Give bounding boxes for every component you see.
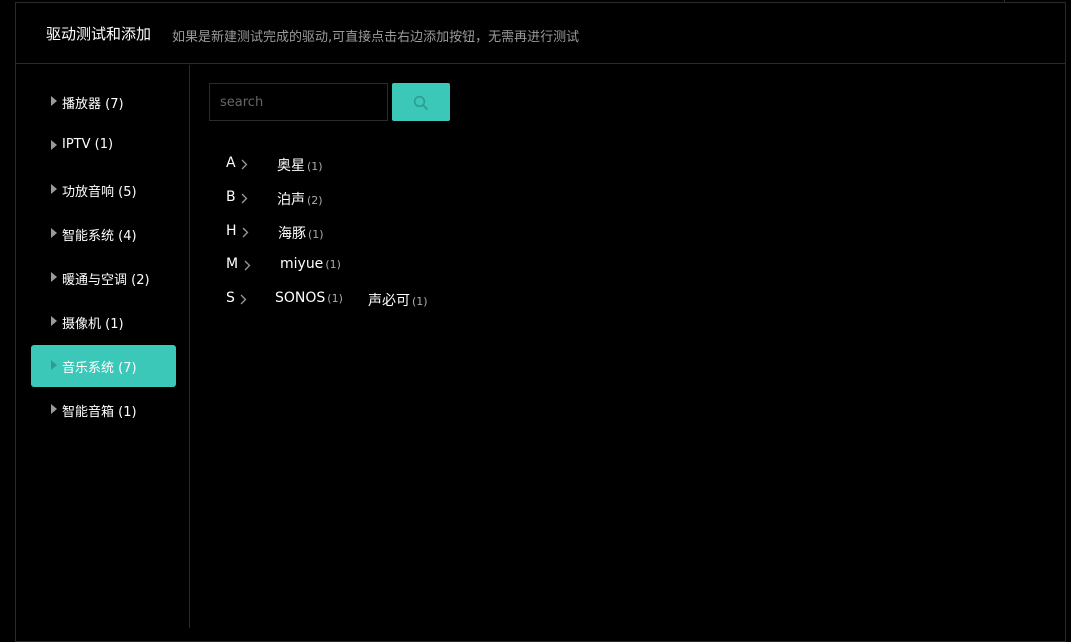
brand-count: (1) xyxy=(308,228,324,241)
sidebar-item-count: (1) xyxy=(118,405,137,420)
brand-count: (1) xyxy=(307,160,323,173)
sidebar-item-smart-system[interactable]: 智能系统 (4) xyxy=(31,213,176,255)
search-input[interactable] xyxy=(209,83,388,121)
caret-right-icon xyxy=(51,360,57,370)
chevron-right-icon xyxy=(240,294,247,305)
search-button[interactable] xyxy=(392,83,450,121)
page-header: 驱动测试和添加 如果是新建测试完成的驱动,可直接点击右边添加按钮，无需再进行测试 xyxy=(16,3,1065,64)
sidebar-item-label: 智能音箱 (1) xyxy=(62,405,137,420)
brand-count: (1) xyxy=(412,295,428,308)
sidebar-item-count: (4) xyxy=(118,229,137,244)
brand-count: (2) xyxy=(307,194,323,207)
chevron-right-icon xyxy=(241,159,248,170)
sidebar-item-count: (5) xyxy=(118,185,137,200)
category-sidebar: 播放器 (7) IPTV (1) 功放音响 (5) 智能系统 (4) 暖通与空调… xyxy=(16,65,190,628)
chevron-right-icon xyxy=(242,227,249,238)
sidebar-item-smart-speaker[interactable]: 智能音箱 (1) xyxy=(31,389,176,431)
caret-right-icon xyxy=(51,228,57,238)
caret-right-icon xyxy=(51,96,57,106)
index-letter: S xyxy=(226,290,235,306)
caret-right-icon xyxy=(51,140,57,150)
sidebar-item-player[interactable]: 播放器 (7) xyxy=(31,81,176,123)
sidebar-item-hvac[interactable]: 暖通与空调 (2) xyxy=(31,257,176,299)
brand-link[interactable]: 声必可 (1) xyxy=(368,290,428,310)
brand-link[interactable]: SONOS (1) xyxy=(275,290,343,306)
sidebar-item-iptv[interactable]: IPTV (1) xyxy=(31,125,176,167)
sidebar-item-label: 音乐系统 (7) xyxy=(62,361,137,376)
caret-right-icon xyxy=(51,316,57,326)
sidebar-item-label: IPTV (1) xyxy=(62,137,114,152)
index-letter: H xyxy=(226,223,237,239)
brand-link[interactable]: 海豚 (1) xyxy=(278,223,324,243)
sidebar-item-label: 暖通与空调 (2) xyxy=(62,273,150,288)
chevron-right-icon xyxy=(241,193,248,204)
brand-link[interactable]: miyue (1) xyxy=(280,256,341,272)
sidebar-item-music-system[interactable]: 音乐系统 (7) xyxy=(31,345,176,387)
brand-count: (1) xyxy=(327,292,343,305)
sidebar-item-count: (7) xyxy=(105,97,124,112)
brand-count: (1) xyxy=(325,258,341,271)
sidebar-item-label: 功放音响 (5) xyxy=(62,185,137,200)
caret-right-icon xyxy=(51,272,57,282)
sidebar-item-count: (2) xyxy=(131,273,150,288)
sidebar-item-count: (1) xyxy=(94,137,114,152)
sidebar-item-count: (7) xyxy=(118,361,137,376)
caret-right-icon xyxy=(51,404,57,414)
sidebar-item-count: (1) xyxy=(105,317,124,332)
page-title: 驱动测试和添加 xyxy=(46,25,152,43)
chevron-right-icon xyxy=(244,260,251,271)
sidebar-item-label: 摄像机 (1) xyxy=(62,317,124,332)
index-letter: A xyxy=(226,155,236,171)
page-description: 如果是新建测试完成的驱动,可直接点击右边添加按钮，无需再进行测试 xyxy=(172,30,580,45)
sidebar-item-label: 智能系统 (4) xyxy=(62,229,137,244)
brand-link[interactable]: 奥星 (1) xyxy=(277,155,323,175)
search-icon xyxy=(413,95,428,110)
caret-right-icon xyxy=(51,184,57,194)
brand-link[interactable]: 泊声 (2) xyxy=(277,189,323,209)
sidebar-item-camera[interactable]: 摄像机 (1) xyxy=(31,301,176,343)
sidebar-item-label: 播放器 (7) xyxy=(62,97,124,112)
index-letter: M xyxy=(226,256,239,272)
index-letter: B xyxy=(226,189,236,205)
sidebar-item-amplifier[interactable]: 功放音响 (5) xyxy=(31,169,176,211)
